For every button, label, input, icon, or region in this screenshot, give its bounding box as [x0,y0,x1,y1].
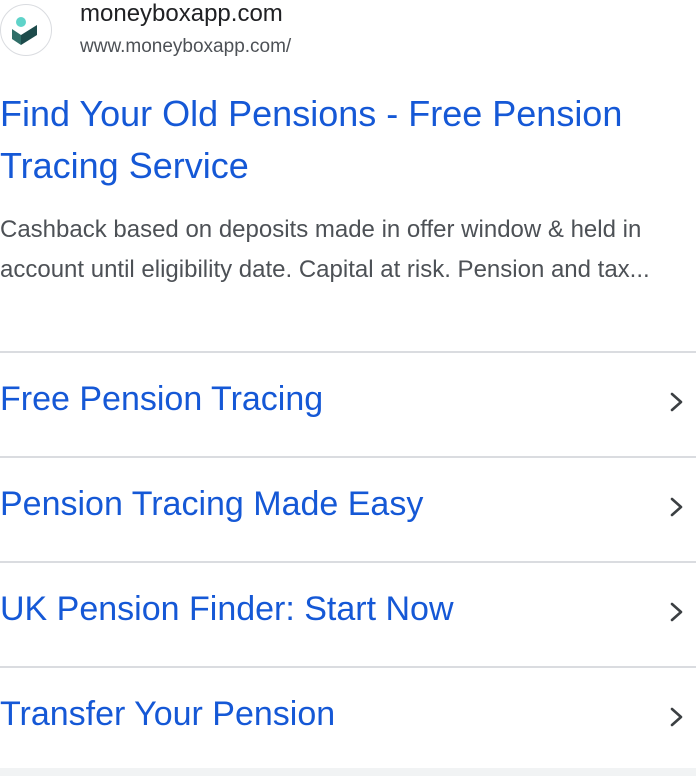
sitelink-pension-tracing-made-easy[interactable]: Pension Tracing Made Easy [0,456,696,561]
chevron-right-icon [670,707,683,727]
sitelink-label: Free Pension Tracing [0,380,324,418]
chevron-right-icon [670,497,683,517]
sitelink-label: Pension Tracing Made Easy [0,485,424,523]
result-title-link[interactable]: Find Your Old Pensions - Free Pension Tr… [0,88,696,192]
site-name[interactable]: moneyboxapp.com [80,0,283,30]
result-separator [0,768,696,776]
sitelink-label: UK Pension Finder: Start Now [0,590,454,628]
chevron-right-icon [670,602,683,622]
sitelinks-list: Free Pension Tracing Pension Tracing Mad… [0,351,696,771]
sitelink-transfer-your-pension[interactable]: Transfer Your Pension [0,666,696,771]
result-description: Cashback based on deposits made in offer… [0,216,650,283]
chevron-right-icon [670,392,683,412]
moneybox-logo-icon [0,4,52,56]
site-url[interactable]: www.moneyboxapp.com/ [80,34,291,60]
sitelink-uk-pension-finder[interactable]: UK Pension Finder: Start Now [0,561,696,666]
sitelink-label: Transfer Your Pension [0,695,336,733]
result-header[interactable]: moneyboxapp.com www.moneyboxapp.com/ [0,0,696,70]
sitelink-free-pension-tracing[interactable]: Free Pension Tracing [0,351,696,456]
